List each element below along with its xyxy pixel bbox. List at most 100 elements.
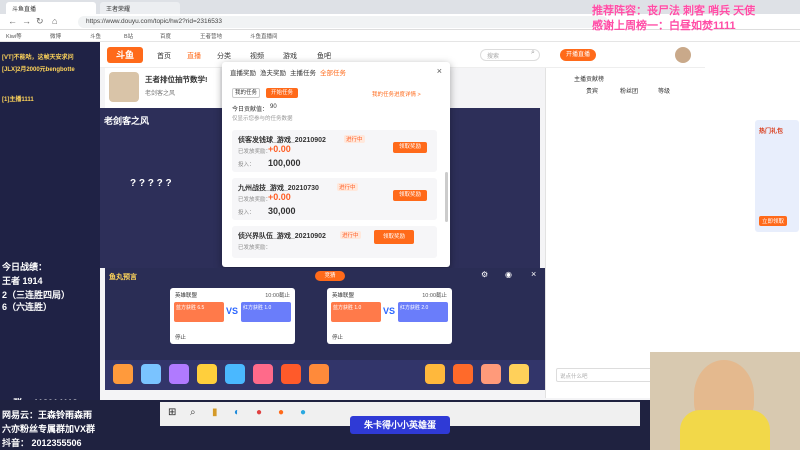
- sidebar-tab[interactable]: 主播贡献榜: [574, 74, 604, 83]
- bookmark[interactable]: 微博: [50, 32, 61, 40]
- task-label: 已发放奖励：: [238, 197, 272, 203]
- overlay-chat-line: [VT]不能咕，这帧天安求问: [2, 55, 74, 61]
- gift-icon[interactable]: [225, 364, 245, 384]
- room-owner[interactable]: 老剑客之风: [145, 88, 175, 97]
- bookmark[interactable]: Kiwi等: [6, 32, 22, 40]
- nav-category[interactable]: 分类: [217, 51, 231, 61]
- reload-icon[interactable]: ↻: [36, 16, 44, 27]
- sidebar-tab[interactable]: 等级: [658, 86, 670, 95]
- task-item: 九州战技_游戏_20210730 进行中 已发放奖励： +0.00 投入： 30…: [232, 178, 437, 220]
- avatar[interactable]: [675, 47, 691, 63]
- bookmark[interactable]: B站: [124, 32, 133, 40]
- guess-button[interactable]: 竞猜: [315, 271, 345, 281]
- card-footer[interactable]: 停止: [175, 333, 186, 341]
- option-right[interactable]: 红方获胜 2.0: [398, 302, 448, 322]
- overlay-marks: ? ? ? ? ?: [130, 178, 172, 189]
- app-icon[interactable]: ●: [278, 407, 284, 418]
- forward-icon[interactable]: →: [22, 16, 31, 26]
- chat-sidebar: 主播贡献榜 贵宾 粉丝团 等级 说点什么吧 发送: [545, 68, 705, 398]
- start-task-button[interactable]: 开始任务: [266, 88, 298, 98]
- nav-games[interactable]: 游戏: [283, 51, 297, 61]
- bookmark[interactable]: 百度: [160, 32, 171, 40]
- overlay-thanks: 感谢上周榜一：白昼如焚1111: [592, 20, 736, 32]
- nav-home[interactable]: 首页: [157, 51, 171, 61]
- vs-label: VS: [383, 306, 396, 316]
- go-live-button[interactable]: 开播直播: [560, 49, 596, 61]
- close-icon[interactable]: ×: [531, 269, 536, 279]
- task-label: 投入：: [238, 210, 255, 216]
- gift-icon[interactable]: [453, 364, 473, 384]
- option-right[interactable]: 红方获胜 1.0: [241, 302, 291, 322]
- option-left[interactable]: 蓝方获胜 1.0: [331, 302, 381, 322]
- browser-tab[interactable]: 斗鱼直播: [6, 2, 96, 14]
- overlay-stats-title: 今日战绩：: [2, 262, 48, 272]
- overlay-marquee: 朱卡得小小英雄蛋: [350, 416, 450, 434]
- edge-icon[interactable]: ◐: [234, 407, 240, 418]
- bookmark[interactable]: 斗鱼: [90, 32, 101, 40]
- task-value: +0.00: [268, 192, 291, 202]
- search-icon[interactable]: ⌕: [531, 49, 535, 57]
- nav-forum[interactable]: 鱼吧: [317, 51, 331, 61]
- task-tag: 进行中: [340, 231, 361, 239]
- windows-icon[interactable]: ⊞: [168, 407, 176, 418]
- streamer-avatar[interactable]: [109, 72, 139, 102]
- task-label: 投入：: [238, 162, 255, 168]
- gift-icon[interactable]: [425, 364, 445, 384]
- search-icon[interactable]: ⌕: [190, 407, 196, 418]
- sidebar-tab[interactable]: 贵宾: [586, 86, 598, 95]
- today-label: 今日贡献值：: [232, 107, 269, 113]
- bookmark[interactable]: 斗鱼直播间: [250, 32, 278, 40]
- nav-video[interactable]: 视频: [250, 51, 264, 61]
- card-footer[interactable]: 停止: [332, 333, 343, 341]
- scrollbar[interactable]: [445, 172, 448, 222]
- folder-icon[interactable]: ▮: [212, 407, 218, 418]
- gift-icon[interactable]: [113, 364, 133, 384]
- promo-cta[interactable]: 立即领取: [759, 216, 788, 226]
- overlay-music: 网易云：王森铃雨森雨: [2, 410, 93, 420]
- task-popup: 直播奖励 渔夫奖励 主播任务 全部任务 × 我的任务 开始任务 我的任务进度详情…: [222, 62, 450, 267]
- option-left[interactable]: 蓝方获胜 6.5: [174, 302, 224, 322]
- task-detail-link[interactable]: 我的任务进度详情 >: [372, 90, 421, 98]
- gift-icon[interactable]: [481, 364, 501, 384]
- gift-icon[interactable]: [141, 364, 161, 384]
- gift-icon[interactable]: [309, 364, 329, 384]
- claim-button[interactable]: 领取奖励: [393, 142, 427, 153]
- home-icon[interactable]: ⌂: [52, 16, 57, 26]
- streamer-shirt: [680, 410, 770, 450]
- popup-tab-active[interactable]: 全部任务: [320, 67, 346, 77]
- chat-input[interactable]: 说点什么吧: [556, 368, 656, 382]
- nav-live[interactable]: 直播: [187, 51, 201, 61]
- bookmark[interactable]: 王者营地: [200, 32, 222, 40]
- floating-claim-button[interactable]: 领取奖励: [374, 230, 414, 244]
- gift-icon[interactable]: [509, 364, 529, 384]
- card-title: 英雄联盟: [332, 293, 355, 299]
- app-icon[interactable]: ●: [300, 407, 306, 418]
- gift-icon[interactable]: [281, 364, 301, 384]
- prediction-panel: 鱼丸预言 竞猜 ⚙ ◉ × 英雄联盟 10:00截止 蓝方获胜 6.5 VS 红…: [105, 268, 545, 360]
- prediction-card: 英雄联盟 10:00截止 蓝方获胜 1.0 VS 红方获胜 2.0 停止: [327, 288, 452, 344]
- popup-tab[interactable]: 主播任务: [290, 67, 316, 77]
- close-icon[interactable]: ×: [437, 66, 442, 76]
- popup-tab[interactable]: 直播奖励: [230, 67, 256, 77]
- gift-icon[interactable]: [169, 364, 189, 384]
- popup-tab[interactable]: 渔夫奖励: [260, 67, 286, 77]
- eye-icon[interactable]: ◉: [505, 270, 512, 279]
- popup-note: 仅显示您参与的任务数据: [232, 116, 293, 122]
- claim-button[interactable]: 领取奖励: [393, 190, 427, 201]
- filter-select[interactable]: 我的任务: [232, 88, 260, 98]
- url-input[interactable]: https://www.douyu.com/topic/hw2?rid=2316…: [78, 16, 608, 28]
- gift-icon[interactable]: [197, 364, 217, 384]
- sidebar-tab[interactable]: 粉丝团: [620, 86, 638, 95]
- promo-banner[interactable]: 热门礼包 立即领取: [755, 120, 799, 232]
- browser-tab[interactable]: 王者荣耀: [100, 2, 180, 14]
- back-icon[interactable]: ←: [8, 16, 17, 26]
- settings-icon[interactable]: ⚙: [481, 270, 488, 279]
- app-icon[interactable]: ●: [256, 407, 262, 418]
- card-time: 10:00截止: [265, 293, 290, 299]
- task-tag: 进行中: [344, 135, 365, 143]
- promo-column: 热门礼包 立即领取: [705, 42, 800, 402]
- today-value: 90: [270, 104, 277, 110]
- gift-icon[interactable]: [253, 364, 273, 384]
- site-logo[interactable]: 斗鱼: [107, 47, 143, 63]
- stream-overlay-left: [VT]不能咕，这帧天安求问 [JLX]2月2000元bengbotte [1]…: [0, 42, 100, 408]
